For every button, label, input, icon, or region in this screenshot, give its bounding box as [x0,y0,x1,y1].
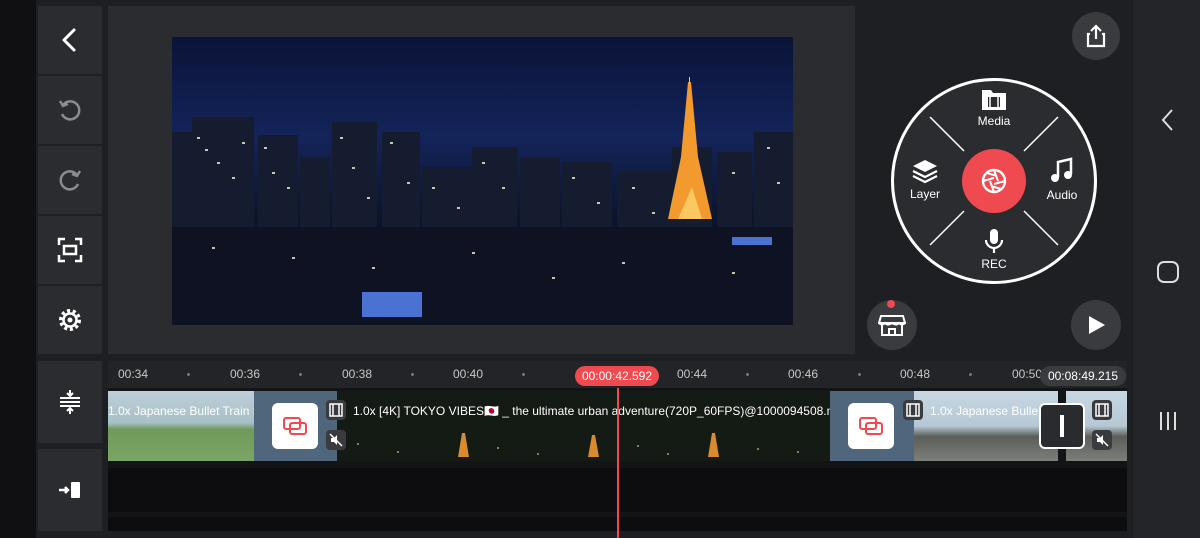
tick-dot [299,373,302,376]
tick-dot [746,373,749,376]
home-square-icon [1157,261,1179,283]
back-icon [62,28,76,52]
store-icon [878,315,906,336]
city-night-image [172,37,793,325]
media-button[interactable]: Media [959,87,1029,128]
rec-button[interactable]: REC [959,228,1029,271]
microphone-icon [984,229,1004,253]
tick-label: 00:40 [453,367,484,381]
undo-icon [58,100,81,121]
tick-dot [858,373,861,376]
clip-bullet-train-1[interactable]: 1.0x Japanese Bullet Train Sh [108,391,254,461]
play-icon [1089,316,1105,334]
insert-button[interactable] [38,449,102,531]
film-icon [1092,400,1112,420]
system-home-button[interactable] [1154,258,1182,286]
tick-label: 00:46 [788,367,819,381]
clip-label: 1.0x Japanese Bulle [930,404,1039,418]
tick-dot [411,373,414,376]
back-button[interactable] [38,6,102,74]
video-preview[interactable] [172,37,793,325]
transition-button[interactable] [272,403,318,449]
tick-label: 00:38 [342,367,373,381]
redo-button[interactable] [38,146,102,214]
trim-bar-icon [1060,415,1064,437]
share-button[interactable] [1072,12,1120,60]
rec-label: REC [981,257,1007,271]
tick-dot [187,373,190,376]
clip-trim-handle[interactable] [1039,403,1085,449]
recents-icon [1160,412,1176,430]
undo-button[interactable] [38,76,102,144]
film-icon [326,400,346,420]
capture-button[interactable] [38,216,102,284]
transition-icon [283,417,307,435]
notification-dot [887,300,895,308]
tick-label: 00:44 [677,367,708,381]
mute-icon [1092,430,1112,450]
clip-tokyo-vibes[interactable]: 1.0x [4K] TOKYO VIBES🇯🇵 _ the ultimate u… [337,391,830,461]
device-frame-left [0,0,36,538]
settings-button[interactable] [38,286,102,354]
chevron-left-icon [1161,109,1173,131]
tick-dot [969,373,972,376]
layers-icon [912,160,938,184]
system-back-button[interactable] [1154,106,1182,134]
insert-icon [59,482,80,498]
clip-label: 1.0x [4K] TOKYO VIBES🇯🇵 _ the ultimate u… [353,404,830,418]
current-time-badge: 00:00:42.592 [575,366,659,386]
tick-label: 00:34 [118,367,149,381]
layer-button[interactable]: Layer [890,158,960,201]
layer-label: Layer [909,187,941,201]
transition-icon [859,417,883,435]
audio-label: Audio [1046,188,1078,202]
media-label: Media [977,114,1011,128]
share-icon [1086,24,1106,48]
system-recents-button[interactable] [1154,407,1182,435]
timeline-adjust-icon [60,390,80,414]
playhead[interactable] [617,388,619,538]
film-icon [903,400,923,420]
tick-dot [522,373,525,376]
camera-record-button[interactable] [962,149,1026,213]
clip-label: 1.0x Japanese Bullet Train Sh [108,404,254,418]
tick-label: 00:48 [900,367,931,381]
duration-badge: 00:08:49.215 [1040,366,1126,386]
music-note-icon [1051,157,1073,182]
capture-icon [57,237,83,263]
transition-button[interactable] [848,403,894,449]
aperture-icon [981,168,1007,194]
media-folder-icon [982,90,1006,110]
play-button[interactable] [1071,300,1121,350]
tick-label: 00:50 [1012,367,1043,381]
mute-icon [326,430,346,450]
clip-bullet-train-2[interactable]: 1.0x Japanese Bulle [914,391,1058,461]
audio-button[interactable]: Audio [1027,157,1097,202]
gear-icon [59,309,81,331]
redo-icon [59,170,82,191]
clip-thumbnails [357,433,799,457]
timeline-adjust-button[interactable] [38,361,102,443]
tick-label: 00:36 [230,367,261,381]
